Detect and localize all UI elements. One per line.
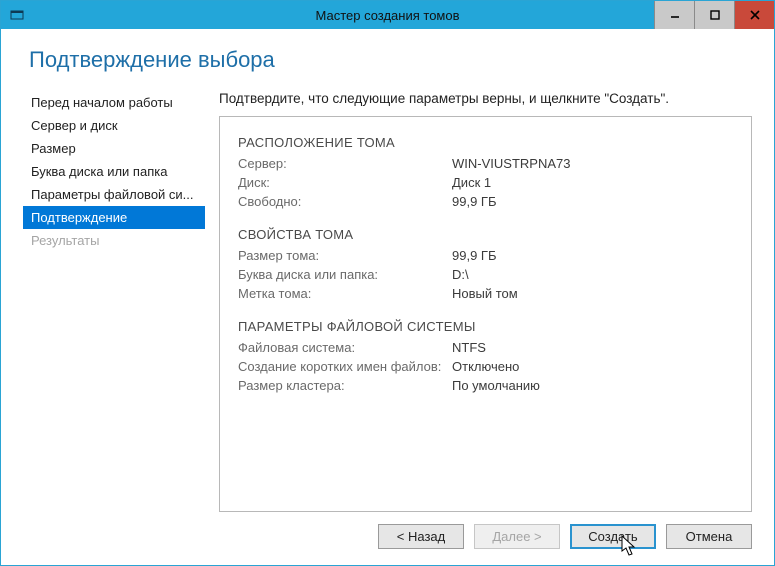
page-title: Подтверждение выбора — [29, 47, 752, 73]
label-driveletter: Буква диска или папка: — [238, 267, 452, 282]
label-cluster: Размер кластера: — [238, 378, 452, 393]
label-disk: Диск: — [238, 175, 452, 190]
section-head-props: СВОЙСТВА ТОМА — [238, 227, 733, 242]
summary-panel: РАСПОЛОЖЕНИЕ ТОМА Сервер:WIN-VIUSTRPNA73… — [219, 116, 752, 512]
create-button[interactable]: Создать — [570, 524, 656, 549]
value-volsize: 99,9 ГБ — [452, 248, 496, 263]
kv-volsize: Размер тома:99,9 ГБ — [238, 248, 733, 263]
columns: Перед началом работы Сервер и диск Разме… — [23, 91, 752, 512]
cancel-button[interactable]: Отмена — [666, 524, 752, 549]
value-fs: NTFS — [452, 340, 486, 355]
kv-server: Сервер:WIN-VIUSTRPNA73 — [238, 156, 733, 171]
label-free: Свободно: — [238, 194, 452, 209]
label-shortnames: Создание коротких имен файлов: — [238, 359, 452, 374]
wizard-window: Мастер создания томов Подтверждение выбо… — [0, 0, 775, 566]
close-button[interactable] — [734, 1, 774, 29]
kv-cluster: Размер кластера:По умолчанию — [238, 378, 733, 393]
value-shortnames: Отключено — [452, 359, 519, 374]
nav-step-before-you-begin[interactable]: Перед началом работы — [23, 91, 205, 114]
label-fs: Файловая система: — [238, 340, 452, 355]
value-cluster: По умолчанию — [452, 378, 540, 393]
nav-step-results: Результаты — [23, 229, 205, 252]
back-button[interactable]: < Назад — [378, 524, 464, 549]
nav-step-confirmation[interactable]: Подтверждение — [23, 206, 205, 229]
label-vollabel: Метка тома: — [238, 286, 452, 301]
nav-step-size[interactable]: Размер — [23, 137, 205, 160]
kv-driveletter: Буква диска или папка:D:\ — [238, 267, 733, 282]
instruction-text: Подтвердите, что следующие параметры вер… — [219, 91, 752, 106]
nav-step-server-and-disk[interactable]: Сервер и диск — [23, 114, 205, 137]
window-controls — [654, 1, 774, 29]
label-volsize: Размер тома: — [238, 248, 452, 263]
value-free: 99,9 ГБ — [452, 194, 496, 209]
kv-disk: Диск:Диск 1 — [238, 175, 733, 190]
nav-step-drive-letter[interactable]: Буква диска или папка — [23, 160, 205, 183]
app-icon — [7, 5, 27, 25]
kv-free: Свободно:99,9 ГБ — [238, 194, 733, 209]
value-disk: Диск 1 — [452, 175, 491, 190]
value-driveletter: D:\ — [452, 267, 469, 282]
minimize-button[interactable] — [654, 1, 694, 29]
maximize-button[interactable] — [694, 1, 734, 29]
value-server: WIN-VIUSTRPNA73 — [452, 156, 570, 171]
section-head-location: РАСПОЛОЖЕНИЕ ТОМА — [238, 135, 733, 150]
wizard-footer: < Назад Далее > Создать Отмена — [23, 512, 752, 555]
next-button: Далее > — [474, 524, 560, 549]
label-server: Сервер: — [238, 156, 452, 171]
kv-vollabel: Метка тома:Новый том — [238, 286, 733, 301]
section-head-fs: ПАРАМЕТРЫ ФАЙЛОВОЙ СИСТЕМЫ — [238, 319, 733, 334]
value-vollabel: Новый том — [452, 286, 518, 301]
nav-step-fs-settings[interactable]: Параметры файловой си... — [23, 183, 205, 206]
kv-shortnames: Создание коротких имен файлов:Отключено — [238, 359, 733, 374]
main-pane: Подтвердите, что следующие параметры вер… — [219, 91, 752, 512]
content-area: Подтверждение выбора Перед началом работ… — [1, 29, 774, 565]
kv-fs: Файловая система:NTFS — [238, 340, 733, 355]
titlebar: Мастер создания томов — [1, 1, 774, 29]
wizard-nav: Перед началом работы Сервер и диск Разме… — [23, 91, 205, 512]
